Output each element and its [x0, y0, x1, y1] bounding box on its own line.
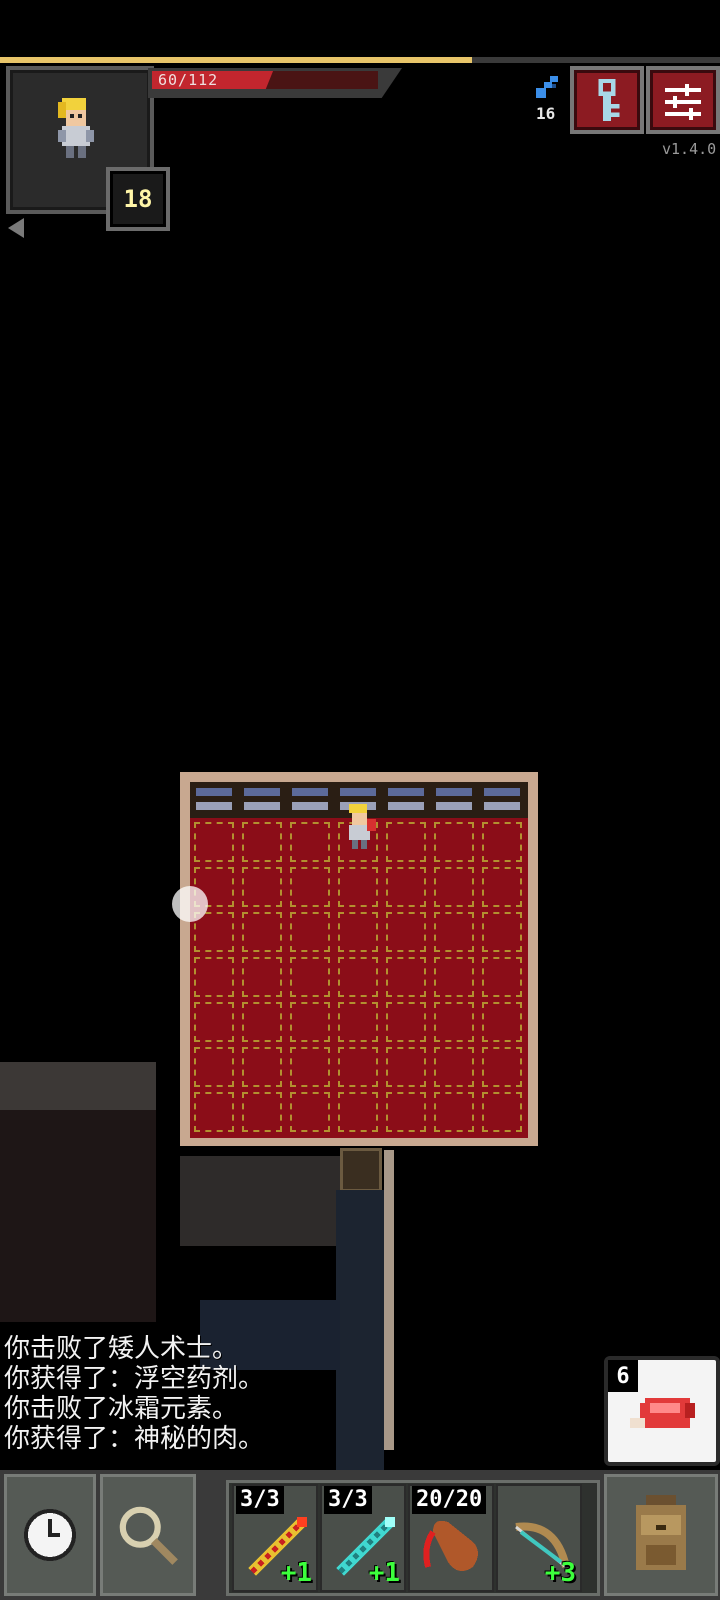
- left-room-wall: [0, 1062, 156, 1110]
- carpet-tile: [338, 1092, 378, 1132]
- stone-wall-block: [180, 1156, 340, 1246]
- carpet-tile: [482, 957, 522, 997]
- version-label: v1.4.0: [662, 140, 717, 158]
- slot-charges: 3/3: [324, 1486, 372, 1514]
- room-door[interactable]: [340, 1148, 382, 1192]
- search-button[interactable]: [100, 1474, 196, 1596]
- carpet-tile: [242, 1092, 282, 1132]
- carpet-tile: [434, 1002, 474, 1042]
- menu-icon: [665, 84, 701, 120]
- depth-stairs-icon: [536, 76, 558, 98]
- carpet-tile: [482, 822, 522, 862]
- quick-item-count: 6: [608, 1360, 638, 1392]
- touch-indicator: [172, 886, 208, 922]
- carpet-tile: [194, 1092, 234, 1132]
- backpack-button[interactable]: [604, 1474, 718, 1596]
- hero-sprite[interactable]: [340, 804, 376, 852]
- carpet-tile: [386, 1002, 426, 1042]
- carpet-tile: [242, 1047, 282, 1087]
- carpet-tile: [482, 912, 522, 952]
- magnifier-icon: [119, 1506, 178, 1565]
- carpet-tile: [482, 1002, 522, 1042]
- quickslot-2[interactable]: 3/3 +1: [320, 1484, 406, 1592]
- carpet-tile: [434, 957, 474, 997]
- hp-text: 60/112: [158, 71, 219, 89]
- carpet-tile: [290, 1047, 330, 1087]
- quickslot-3[interactable]: 20/20: [408, 1484, 494, 1592]
- carpet-tile: [386, 867, 426, 907]
- backpack-icon: [636, 1495, 686, 1570]
- carpet-tile: [194, 957, 234, 997]
- hero-avatar-icon: [58, 98, 94, 158]
- carpet-tile: [290, 1002, 330, 1042]
- slot-upgrade: +3: [544, 1558, 576, 1588]
- carpet-tile: [434, 912, 474, 952]
- carpet-tile: [386, 1092, 426, 1132]
- hunting-horn-icon: [423, 1520, 478, 1571]
- depth-counter: 16: [536, 104, 556, 123]
- carpet-tile: [482, 1047, 522, 1087]
- carpet-tile: [242, 957, 282, 997]
- carpet-tile: [194, 1047, 234, 1087]
- carpet-tile: [434, 822, 474, 862]
- carpet-tile: [194, 822, 234, 862]
- message-log: 你击败了矮人术士。 你获得了：浮空药剂。 你击败了冰霜元素。 你获得了：神秘的肉…: [4, 1334, 264, 1454]
- carpet-tile: [434, 1047, 474, 1087]
- corridor-wall: [384, 1150, 394, 1450]
- carpet-tile: [242, 912, 282, 952]
- key-icon: [598, 79, 620, 121]
- menu-button[interactable]: [646, 66, 720, 134]
- carpet-tile: [386, 1047, 426, 1087]
- meat-icon: [630, 1398, 695, 1428]
- log-line: 你击败了矮人术士。: [4, 1334, 239, 1364]
- carpet-tile: [386, 912, 426, 952]
- carpet-tile: [290, 867, 330, 907]
- carpet-tile: [194, 1002, 234, 1042]
- carpet-tile: [242, 822, 282, 862]
- carpet-tile: [482, 1092, 522, 1132]
- slot-charges: 3/3: [236, 1486, 284, 1514]
- carpet-tile: [290, 957, 330, 997]
- slot-charges: 20/20: [412, 1486, 487, 1514]
- carpet-tile: [434, 867, 474, 907]
- collapse-arrow-icon[interactable]: [8, 218, 24, 238]
- log-line: 你获得了：神秘的肉。: [4, 1424, 265, 1454]
- wait-button[interactable]: [4, 1474, 96, 1596]
- carpet-tile: [242, 867, 282, 907]
- hero-level-badge: 18: [106, 167, 170, 231]
- carpet-tile: [338, 957, 378, 997]
- quickslot-4[interactable]: +3: [496, 1484, 582, 1592]
- carpet-tile: [290, 912, 330, 952]
- carpet-tile: [386, 822, 426, 862]
- carpet-tile: [338, 1047, 378, 1087]
- carpet-tile: [482, 867, 522, 907]
- carpet-tile: [338, 912, 378, 952]
- quickslot-1[interactable]: 3/3 +1: [232, 1484, 318, 1592]
- slot-upgrade: +1: [280, 1558, 312, 1588]
- carpet-tile: [434, 1092, 474, 1132]
- log-line: 你获得了：浮空药剂。: [4, 1364, 265, 1394]
- slot-upgrade: +1: [368, 1558, 400, 1588]
- corridor-floor[interactable]: [336, 1190, 384, 1490]
- carpet-tile: [386, 957, 426, 997]
- carpet-tile: [290, 1092, 330, 1132]
- carpet-tile: [338, 867, 378, 907]
- xp-bar-fill: [0, 57, 472, 63]
- clock-icon: [24, 1509, 76, 1561]
- log-line: 你击败了冰霜元素。: [4, 1394, 239, 1424]
- carpet-tile: [338, 1002, 378, 1042]
- carpet-tile: [242, 1002, 282, 1042]
- carpet-tile: [290, 822, 330, 862]
- journal-button[interactable]: [570, 66, 644, 134]
